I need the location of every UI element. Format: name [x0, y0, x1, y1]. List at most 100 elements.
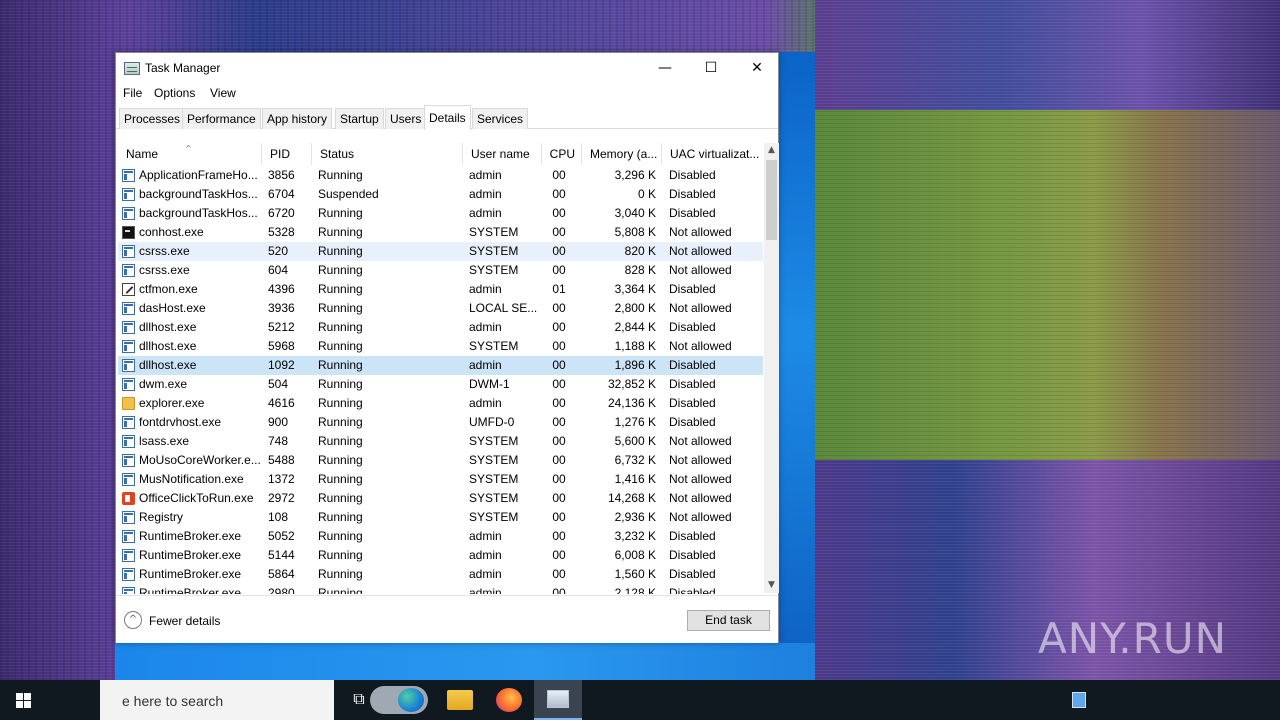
process-name: RuntimeBroker.exe [139, 529, 242, 543]
maximize-button[interactable]: ☐ [688, 53, 734, 83]
process-user-name: admin [469, 282, 502, 296]
process-name: ctfmon.exe [139, 282, 198, 296]
end-task-button[interactable]: End task [687, 610, 770, 631]
table-row[interactable]: RuntimeBroker.exe 2980 Running admin 00 2,128… [118, 584, 763, 594]
tray-app-icon[interactable] [1072, 692, 1086, 708]
app-window-icon [122, 207, 135, 220]
table-row[interactable]: Registry 108 Running SYSTEM 00 2,936 K Not all… [118, 508, 763, 527]
process-name: fontdrvhost.exe [139, 415, 222, 429]
edge-browser-icon[interactable] [398, 688, 424, 712]
process-name: RuntimeBroker.exe [139, 567, 242, 581]
column-header-name[interactable]: ^ Name [118, 143, 262, 165]
close-button[interactable]: ✕ [734, 53, 780, 83]
process-pid: 1092 [268, 358, 295, 372]
collapse-chevron-icon[interactable]: ^ [124, 611, 142, 629]
app-window-icon [122, 454, 135, 467]
process-status: Running [318, 263, 363, 277]
process-memory: 32,852 K [607, 377, 656, 391]
process-name: backgroundTaskHos... [139, 206, 258, 220]
table-row[interactable]: RuntimeBroker.exe 5144 Running admin 00 6,008… [118, 546, 763, 565]
tab-processes[interactable]: Processes [119, 108, 186, 129]
process-status: Running [318, 225, 363, 239]
fewer-details-link[interactable]: Fewer details [149, 614, 220, 628]
process-status: Running [318, 244, 363, 258]
table-row[interactable]: RuntimeBroker.exe 5864 Running admin 00 1,560… [118, 565, 763, 584]
desktop-wallpaper-blue-strip [779, 52, 815, 680]
process-pid: 504 [268, 377, 289, 391]
tab-services[interactable]: Services [472, 108, 529, 129]
column-header-status[interactable]: Status [312, 143, 463, 165]
minimize-button[interactable]: — [642, 53, 688, 83]
process-uac-virtualization: Disabled [669, 529, 716, 543]
process-pid: 5488 [268, 453, 295, 467]
process-user-name: SYSTEM [469, 339, 519, 353]
column-header-uac[interactable]: UAC virtualizat... [662, 143, 763, 165]
scroll-down-arrow-icon[interactable]: ▼ [764, 578, 779, 593]
column-header-cpu[interactable]: CPU [542, 143, 582, 165]
app-window-icon [122, 188, 135, 201]
table-row[interactable]: lsass.exe 748 Running SYSTEM 00 5,600 K Not al… [118, 432, 763, 451]
table-row[interactable]: OfficeClickToRun.exe 2972 Running SYSTEM 00 1… [118, 489, 763, 508]
process-pid: 520 [268, 244, 289, 258]
tab-app-history[interactable]: App history [262, 108, 333, 129]
app-window-icon [122, 435, 135, 448]
column-header-pid[interactable]: PID [262, 143, 312, 165]
process-user-name: admin [469, 586, 502, 594]
process-cpu: 00 [552, 396, 566, 410]
app-window-icon [122, 169, 135, 182]
task-manager-app-icon [124, 62, 140, 75]
column-header-memory[interactable]: Memory (a... [582, 143, 662, 165]
process-uac-virtualization: Disabled [669, 396, 716, 410]
taskbar-search-box[interactable]: e here to search [100, 680, 428, 720]
firefox-icon[interactable] [496, 688, 522, 712]
menu-view[interactable]: View [210, 86, 236, 100]
table-row[interactable]: MusNotification.exe 1372 Running SYSTEM 00 1,… [118, 470, 763, 489]
file-explorer-icon[interactable] [447, 690, 473, 710]
table-row[interactable]: ctfmon.exe 4396 Running admin 01 3,364 K Disab… [118, 280, 763, 299]
tab-performance[interactable]: Performance [182, 108, 261, 129]
tab-users[interactable]: Users [385, 108, 427, 129]
process-memory: 5,808 K [614, 225, 656, 239]
table-row[interactable]: dllhost.exe 5968 Running SYSTEM 00 1,188 K Not… [118, 337, 763, 356]
table-row[interactable]: ApplicationFrameHo... 3856 Running admin 00 3… [118, 166, 763, 185]
table-row[interactable]: fontdrvhost.exe 900 Running UMFD-0 00 1,276 K… [118, 413, 763, 432]
table-row[interactable]: backgroundTaskHos... 6704 Suspended admin 00… [118, 185, 763, 204]
table-row[interactable]: dasHost.exe 3936 Running LOCAL SE... 00 2,800… [118, 299, 763, 318]
process-name: RuntimeBroker.exe [139, 586, 242, 594]
tab-details[interactable]: Details [424, 105, 471, 130]
menu-options[interactable]: Options [154, 86, 195, 100]
table-row[interactable]: csrss.exe 604 Running SYSTEM 00 828 K Not allo… [118, 261, 763, 280]
menu-file[interactable]: File [123, 86, 142, 100]
table-row[interactable]: dllhost.exe 1092 Running admin 00 1,896 K Disa… [118, 356, 763, 375]
tab-startup[interactable]: Startup [335, 108, 384, 129]
process-name: lsass.exe [139, 434, 190, 448]
table-row[interactable]: backgroundTaskHos... 6720 Running admin 00 3,… [118, 204, 763, 223]
table-row[interactable]: MoUsoCoreWorker.e... 5488 Running SYSTEM 00 6… [118, 451, 763, 470]
scroll-thumb[interactable] [766, 160, 777, 240]
start-button[interactable] [0, 680, 48, 720]
table-row[interactable]: dwm.exe 504 Running DWM-1 00 32,852 K Disabled [118, 375, 763, 394]
table-row[interactable]: dllhost.exe 5212 Running admin 00 2,844 K Disa… [118, 318, 763, 337]
scroll-up-arrow-icon[interactable]: ▲ [764, 143, 779, 158]
process-name: MusNotification.exe [139, 472, 244, 486]
sort-ascending-icon: ^ [185, 144, 192, 153]
process-user-name: SYSTEM [469, 225, 519, 239]
process-user-name: admin [469, 529, 502, 543]
column-header-user-name[interactable]: User name [463, 143, 542, 165]
task-view-icon[interactable]: ⧉ [345, 688, 373, 712]
taskbar-task-manager-button[interactable] [534, 680, 582, 720]
table-row[interactable]: RuntimeBroker.exe 5052 Running admin 00 3,232… [118, 527, 763, 546]
table-row[interactable]: csrss.exe 520 Running SYSTEM 00 820 K Not allo… [118, 242, 763, 261]
process-uac-virtualization: Disabled [669, 206, 716, 220]
windows-logo-icon [16, 693, 31, 708]
process-name: Registry [139, 510, 184, 524]
app-window-icon [122, 473, 135, 486]
vertical-scrollbar[interactable]: ▲ ▼ [764, 143, 779, 593]
process-status: Running [318, 415, 363, 429]
process-cpu: 00 [552, 358, 566, 372]
process-memory: 1,560 K [614, 567, 656, 581]
table-row[interactable]: explorer.exe 4616 Running admin 00 24,136 K Di… [118, 394, 763, 413]
title-bar[interactable]: Task Manager — ☐ ✕ [116, 53, 778, 83]
app-window-icon [122, 321, 135, 334]
table-row[interactable]: conhost.exe 5328 Running SYSTEM 00 5,808 K Not… [118, 223, 763, 242]
